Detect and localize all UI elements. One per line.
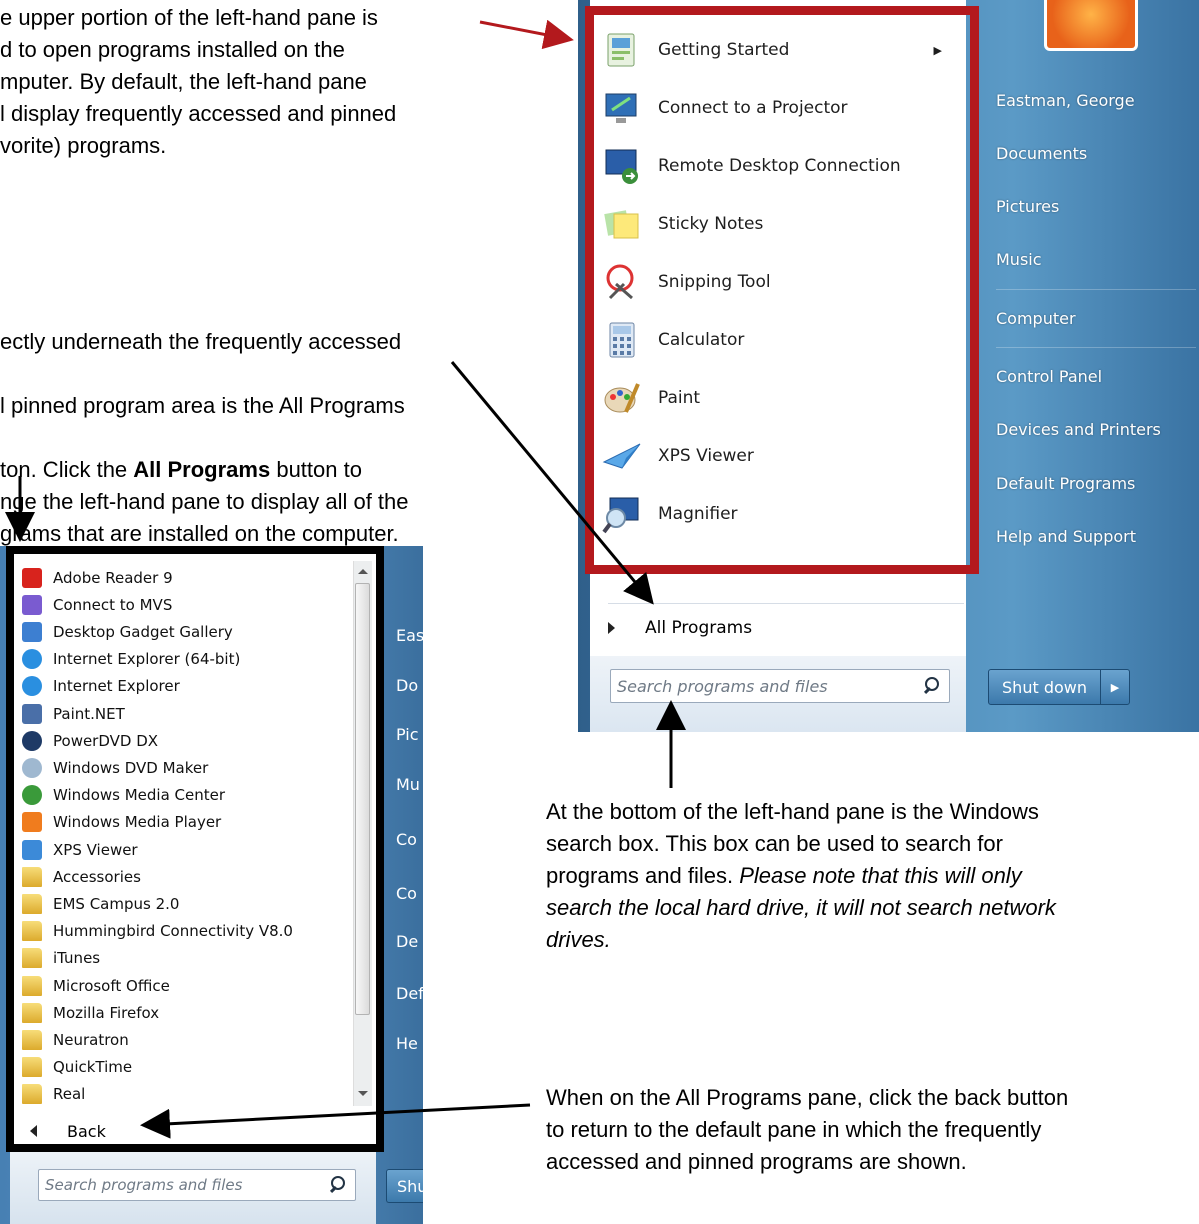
all-programs-search-box[interactable] (38, 1169, 356, 1201)
link-music-partial[interactable]: Mu (396, 775, 423, 794)
user-avatar[interactable] (1044, 0, 1138, 51)
link-help-support[interactable]: Help and Support (996, 516, 1196, 556)
separator (996, 347, 1196, 348)
search-input[interactable] (611, 676, 921, 696)
link-user-folder[interactable]: Eastman, George (996, 80, 1196, 120)
link-pictures[interactable]: Pictures (996, 186, 1196, 226)
search-icon[interactable] (327, 1175, 347, 1195)
search-input[interactable] (39, 1176, 327, 1194)
link-devices-partial[interactable]: De (396, 932, 423, 951)
all-programs-label: All Programs (645, 618, 753, 638)
link-computer-partial[interactable]: Co (396, 830, 423, 849)
separator (996, 289, 1196, 290)
link-devices-printers[interactable]: Devices and Printers (996, 409, 1196, 449)
shutdown-button-partial[interactable]: Shu (386, 1169, 423, 1203)
annotation-all-programs: ectly underneath the frequently accessed… (0, 294, 520, 550)
link-music[interactable]: Music (996, 239, 1196, 279)
annotation-pinned-area: e upper portion of the left-hand pane is… (0, 5, 397, 158)
shutdown-label: Shut down (989, 670, 1101, 704)
annotation-search-box: At the bottom of the left-hand pane is t… (546, 796, 1196, 956)
shutdown-button[interactable]: Shut down ▶ (988, 669, 1130, 705)
all-programs-highlight (6, 546, 384, 1152)
start-menu: Getting Started ▶ Connect to a Projector… (578, 0, 1199, 732)
pinned-programs-highlight (585, 6, 979, 574)
link-control-panel[interactable]: Control Panel (996, 356, 1196, 396)
link-documents-partial[interactable]: Do (396, 676, 423, 695)
link-documents[interactable]: Documents (996, 133, 1196, 173)
link-default-programs[interactable]: Default Programs (996, 463, 1196, 503)
all-programs-button[interactable]: All Programs (608, 612, 958, 644)
annotation-all-programs-line3: ton. Click the (0, 457, 134, 482)
link-pictures-partial[interactable]: Pic (396, 725, 423, 744)
annotation-all-programs-line2: l pinned program area is the All Program… (0, 393, 405, 418)
annotation-back-button: When on the All Programs pane, click the… (546, 1085, 1069, 1174)
expand-arrow-icon (608, 622, 615, 634)
link-computer[interactable]: Computer (996, 298, 1196, 338)
link-user-folder-partial[interactable]: Eas (396, 626, 423, 645)
link-default-programs-partial[interactable]: Def (396, 984, 423, 1003)
start-search-box[interactable] (610, 669, 950, 703)
link-control-panel-partial[interactable]: Co (396, 884, 423, 903)
link-help-partial[interactable]: He (396, 1034, 423, 1053)
shutdown-options-arrow-icon[interactable]: ▶ (1101, 670, 1129, 704)
annotation-all-programs-line1: ectly underneath the frequently accessed (0, 329, 402, 354)
search-icon[interactable] (921, 676, 941, 696)
all-programs-menu: Adobe Reader 9 Connect to MVS Desktop Gadg… (0, 546, 423, 1224)
annotation-all-programs-bold: All Programs (133, 457, 271, 482)
separator (608, 603, 964, 604)
